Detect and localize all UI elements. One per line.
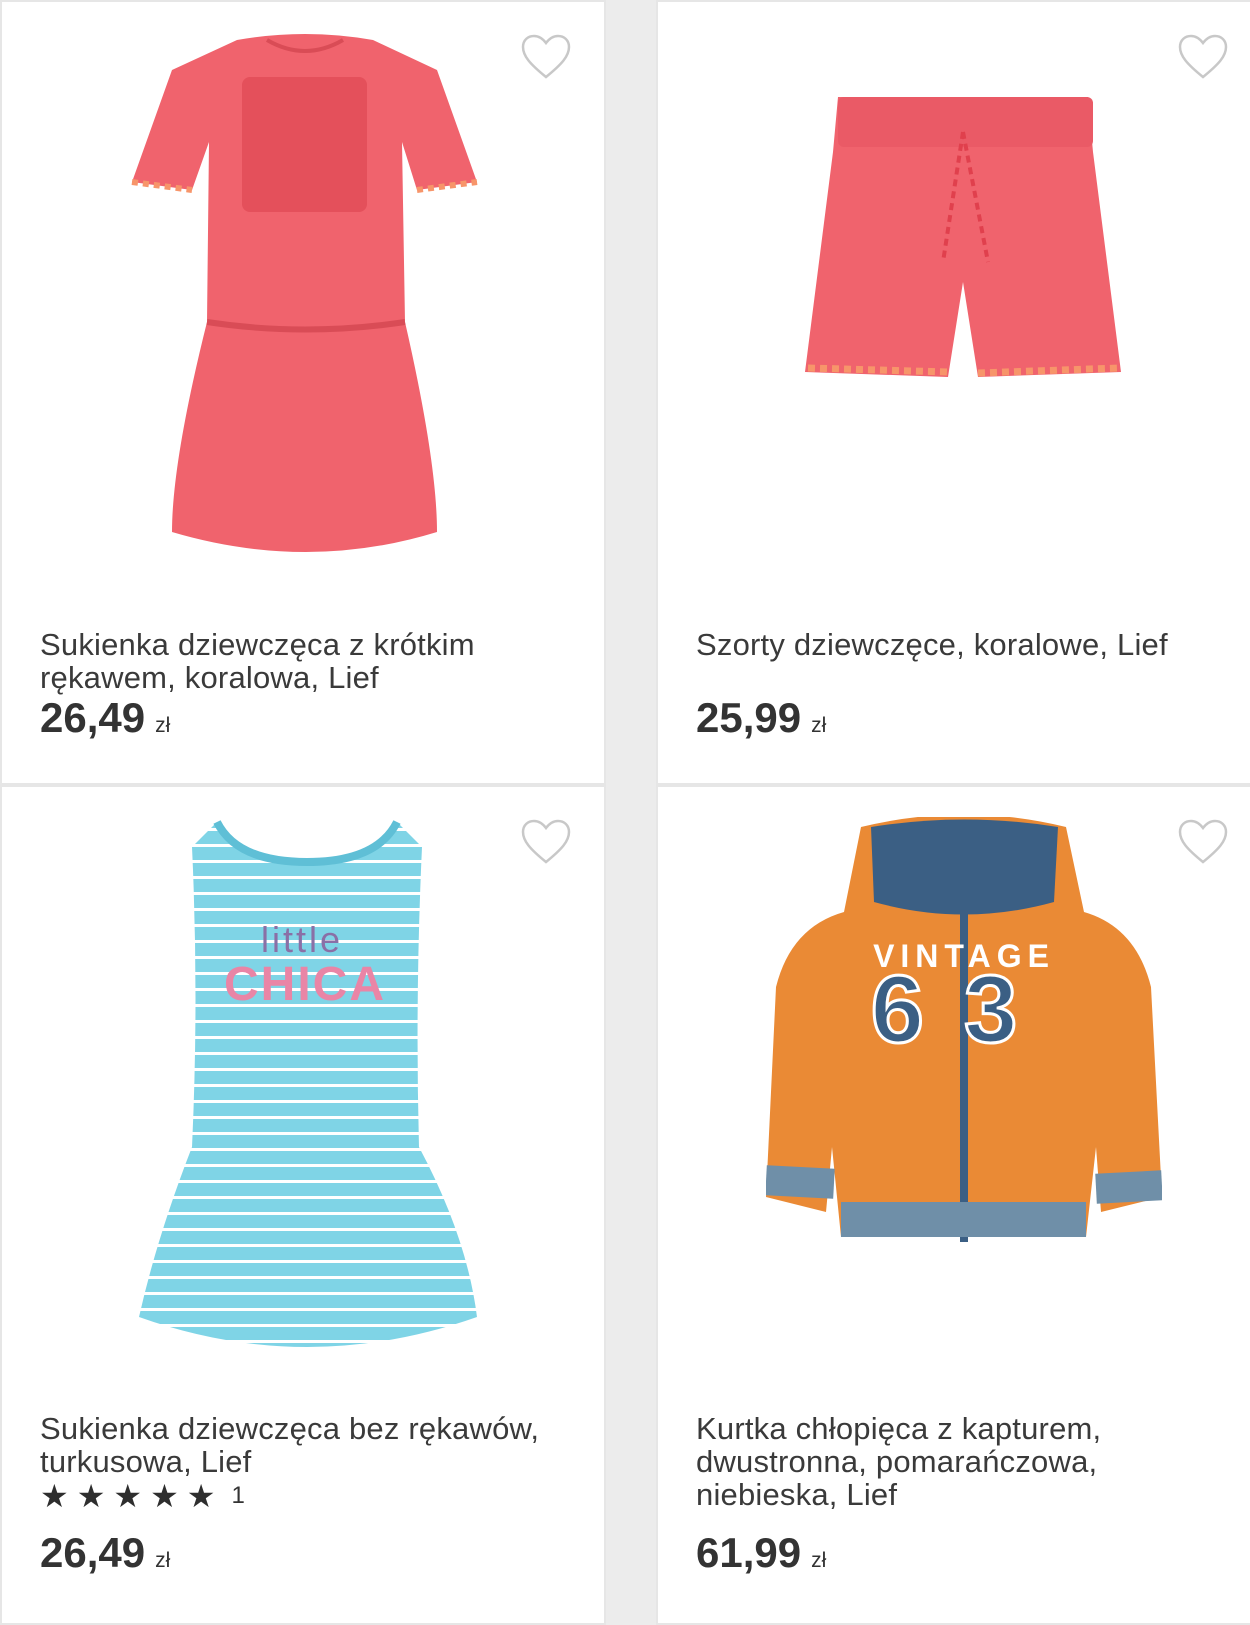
favorite-heart-icon[interactable]	[520, 819, 572, 865]
star-icon: ★	[150, 1478, 179, 1514]
product-title[interactable]: Kurtka chłopięca z kapturem, dwustronna,…	[696, 1412, 1166, 1511]
price-currency: zł	[155, 1549, 171, 1572]
price-amount: 26,49	[40, 1529, 146, 1576]
product-price: 26,49 zł	[40, 1529, 170, 1577]
price-amount: 61,99	[696, 1529, 802, 1576]
favorite-heart-icon[interactable]	[1177, 34, 1229, 80]
price-amount: 25,99	[696, 694, 802, 741]
turquoise-dress-image[interactable]: little CHICA	[137, 817, 477, 1362]
product-price: 26,49 zł	[40, 694, 170, 742]
rating-stars: ★ ★ ★ ★ ★ 1	[40, 1480, 245, 1512]
dress-print-bottom: CHICA	[224, 958, 386, 1011]
product-price: 61,99 zł	[696, 1529, 826, 1577]
star-icon: ★	[186, 1478, 216, 1514]
product-title[interactable]: Sukienka dziewczęca z krótkim rękawem, k…	[40, 628, 600, 694]
product-card[interactable]: Szorty dziewczęce, koralowe, Lief 25,99 z…	[656, 0, 1250, 785]
star-icon: ★	[113, 1478, 143, 1514]
price-currency: zł	[155, 714, 171, 737]
rating-count: 1	[231, 1482, 245, 1509]
product-card[interactable]: VINTAGE 63 Kurtka chłopięca z kapturem, …	[656, 785, 1250, 1625]
coral-dress-image[interactable]	[117, 32, 492, 562]
favorite-heart-icon[interactable]	[1177, 819, 1229, 865]
product-card[interactable]: Sukienka dziewczęca z krótkim rękawem, k…	[0, 0, 606, 785]
product-price: 25,99 zł	[696, 694, 826, 742]
price-currency: zł	[811, 1549, 827, 1572]
orange-jacket-image[interactable]: VINTAGE 63	[766, 817, 1162, 1247]
favorite-heart-icon[interactable]	[520, 34, 572, 80]
coral-shorts-image[interactable]	[803, 92, 1123, 392]
star-icon: ★	[76, 1478, 106, 1514]
price-currency: zł	[811, 714, 827, 737]
jacket-print-number: 63	[871, 956, 1058, 1063]
price-amount: 26,49	[40, 694, 146, 741]
dress-print-top: little	[261, 919, 343, 960]
star-icon: ★	[40, 1478, 69, 1514]
product-title[interactable]: Sukienka dziewczęca bez rękawów, turkuso…	[40, 1412, 600, 1478]
product-title[interactable]: Szorty dziewczęce, koralowe, Lief	[696, 628, 1236, 661]
product-card[interactable]: little CHICA Sukienka dziewczęca bez ręk…	[0, 785, 606, 1625]
